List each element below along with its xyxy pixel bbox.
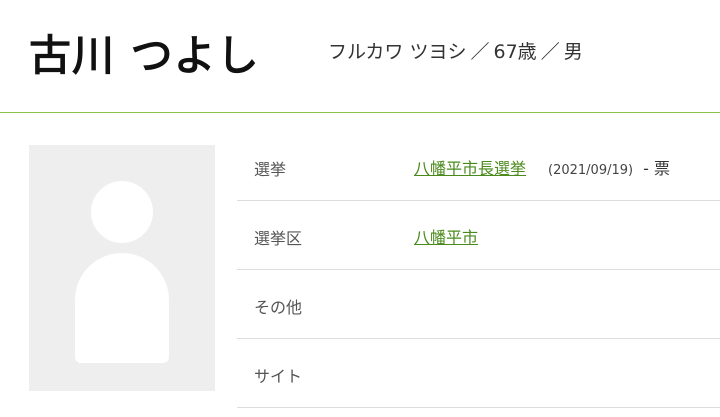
profile-header: 古川 つよし フルカワ ツヨシ／ 67歳／男 xyxy=(0,0,720,112)
detail-row-other: その他 xyxy=(237,270,720,339)
district-label: 選挙区 xyxy=(254,229,303,248)
detail-row-election: 選挙 八幡平市長選挙 (2021/09/19) - 票 xyxy=(237,132,720,201)
site-label: サイト xyxy=(254,367,303,386)
meta-separator: ／ xyxy=(470,41,490,63)
candidate-gender: 男 xyxy=(563,41,583,63)
avatar-head-shape xyxy=(91,181,153,243)
avatar-body-shape xyxy=(75,253,169,363)
election-link[interactable]: 八幡平市長選挙 xyxy=(414,159,526,178)
election-votes: - 票 xyxy=(643,159,670,178)
header-divider xyxy=(0,112,720,113)
candidate-kana: フルカワ ツヨシ xyxy=(328,41,467,63)
profile-details: 選挙 八幡平市長選挙 (2021/09/19) - 票 選挙区 八幡平市 その他 サ… xyxy=(237,132,720,408)
election-value: 八幡平市長選挙 (2021/09/19) - 票 xyxy=(414,155,670,179)
meta-separator: ／ xyxy=(540,41,560,63)
detail-row-district: 選挙区 八幡平市 xyxy=(237,201,720,270)
detail-row-site: サイト xyxy=(237,339,720,408)
election-label: 選挙 xyxy=(254,160,287,179)
district-value: 八幡平市 xyxy=(414,224,478,248)
avatar-placeholder xyxy=(29,145,215,391)
candidate-age: 67歳 xyxy=(493,41,537,63)
election-date: (2021/09/19) xyxy=(548,163,634,178)
other-label: その他 xyxy=(254,298,303,317)
district-link[interactable]: 八幡平市 xyxy=(414,228,478,247)
candidate-meta: フルカワ ツヨシ／ 67歳／男 xyxy=(328,37,583,64)
candidate-name: 古川 つよし xyxy=(29,31,260,80)
candidate-profile-page: 古川 つよし フルカワ ツヨシ／ 67歳／男 選挙 八幡平市長選挙 (2021/09… xyxy=(0,0,720,417)
